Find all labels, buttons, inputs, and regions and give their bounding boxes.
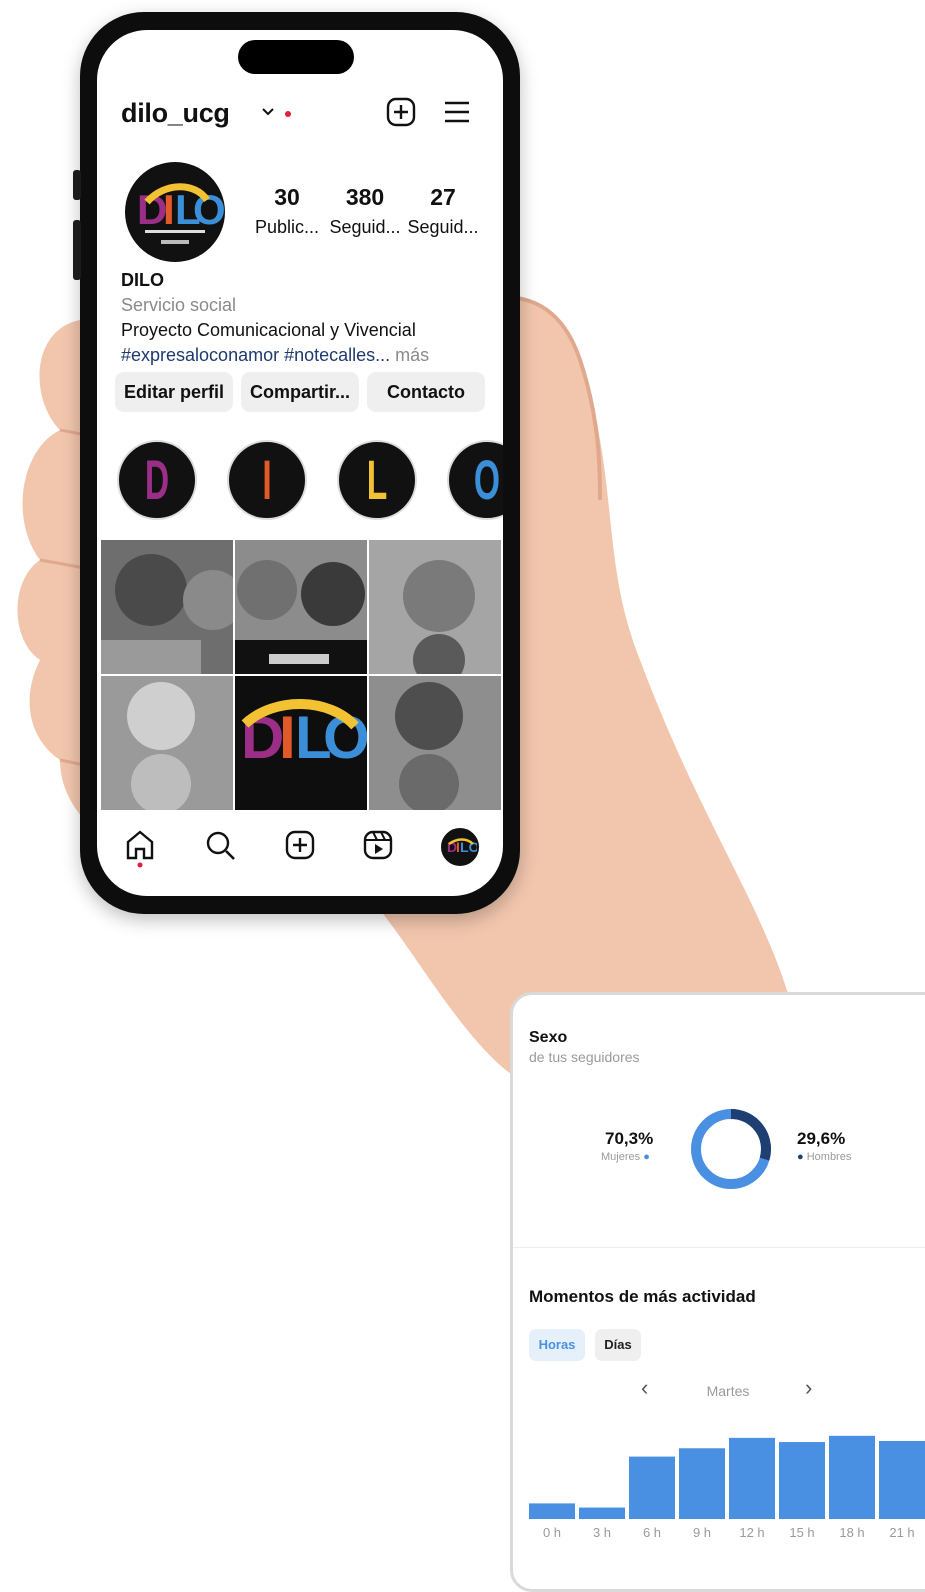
dynamic-island [238,40,354,74]
post-thumbnail[interactable] [101,540,233,674]
search-icon[interactable] [203,828,237,862]
x-axis-tick-label: 21 h [889,1525,915,1540]
stat-label: Seguid... [329,217,401,237]
activity-bar-chart [529,1435,925,1519]
profile-category: Servicio social [121,295,237,315]
men-label: ● Hombres [797,1151,852,1163]
tab-hours[interactable]: Horas [529,1329,585,1361]
activity-title: Momentos de más actividad [529,1287,756,1306]
profile-name: DILO [121,270,164,290]
post-grid: D I L O [101,540,503,812]
activity-bar [679,1448,725,1519]
gender-donut-chart [691,1109,771,1189]
create-icon[interactable] [283,828,317,862]
activity-bar [879,1441,925,1519]
x-axis-tick-label: 18 h [839,1525,865,1540]
edit-profile-button[interactable]: Editar perfil [115,372,233,412]
activity-bar [779,1442,825,1519]
svg-text:I: I [279,704,296,771]
story-highlight[interactable]: I [227,440,307,520]
stat-followers[interactable]: 380 Seguid... [325,184,405,238]
profile-stats: 30 Public... 380 Seguid... 27 Seguid... [247,184,487,244]
chevron-down-icon[interactable] [261,104,275,122]
story-highlight[interactable]: D [117,440,197,520]
reels-icon[interactable] [361,828,395,862]
highlight-letter: L [366,448,388,511]
profile-avatar[interactable]: D I L O [125,162,225,262]
username[interactable]: dilo_ucg [121,98,230,129]
stat-count: 27 [430,184,456,210]
prev-day-icon[interactable]: ‹ [641,1375,648,1401]
stat-count: 30 [274,184,300,210]
x-axis-tick-label: 15 h [789,1525,815,1540]
activity-bar [579,1507,625,1519]
post-thumbnail-logo[interactable]: D I L O [235,676,367,810]
activity-bar [529,1503,575,1519]
gender-title: Sexo [529,1029,568,1046]
bio-hashtags[interactable]: #expresaloconamor #notecalles... [121,345,390,365]
selected-day: Martes [706,1383,750,1399]
x-axis-tick-label: 9 h [692,1525,712,1540]
profile-header: dilo_ucg [121,96,479,132]
phone-side-button [73,220,81,280]
post-thumbnail[interactable] [101,676,233,810]
men-percent: 29,6% [797,1129,846,1148]
post-thumbnail[interactable] [369,540,501,674]
x-axis-tick-label: 6 h [642,1525,662,1540]
highlight-letter: I [262,448,272,511]
profile-avatar-icon[interactable]: D I LO [441,828,480,866]
stat-count: 380 [345,184,385,210]
activity-bar [829,1435,875,1519]
stat-following[interactable]: 27 Seguid... [403,184,483,238]
contact-button[interactable]: Contacto [367,372,485,412]
activity-bar [629,1456,675,1519]
x-axis-tick-label: 12 h [739,1525,765,1540]
post-thumbnail[interactable] [369,676,501,810]
highlight-letter: O [473,448,501,511]
plus-square-icon[interactable] [385,96,417,128]
insights-card: Sexo de tus seguidores 70,3% Mujeres ● 2… [510,992,925,1592]
women-label-text: Mujeres [601,1151,641,1163]
bio-text: Proyecto Comunicacional y Vivencial [121,320,416,340]
phone-screen: dilo_ucg D I L O 30 Public... 380 Seguid… [97,30,503,896]
stat-label: Public... [254,217,320,237]
x-axis-tick-label: 0 h [542,1525,562,1540]
notification-dot [285,111,291,117]
women-percent: 70,3% [605,1129,654,1148]
bottom-tab-bar: D I LO [97,820,503,880]
section-divider [513,1247,925,1248]
gender-subtitle: de tus seguidores [529,1049,640,1065]
women-label: Mujeres ● [601,1151,650,1163]
tab-days[interactable]: Días [595,1329,641,1361]
stat-posts[interactable]: 30 Public... [247,184,327,238]
profile-bio: DILO Servicio social Proyecto Comunicaci… [121,268,491,368]
x-axis-tick-label: 3 h [592,1525,612,1540]
menu-icon[interactable] [441,96,473,128]
share-profile-button[interactable]: Compartir... [241,372,359,412]
phone-side-button [73,170,81,200]
story-highlight[interactable]: O [447,440,503,520]
highlight-letter: D [144,448,170,511]
next-day-icon[interactable]: › [805,1375,812,1401]
profile-actions: Editar perfil Compartir... Contacto [115,372,487,412]
stat-label: Seguid... [407,217,479,237]
men-label-text: Hombres [806,1151,852,1163]
more-link[interactable]: más [395,345,429,365]
post-thumbnail[interactable] [235,540,367,674]
story-highlight[interactable]: L [337,440,417,520]
home-icon[interactable] [123,828,157,868]
activity-bar [729,1437,775,1519]
